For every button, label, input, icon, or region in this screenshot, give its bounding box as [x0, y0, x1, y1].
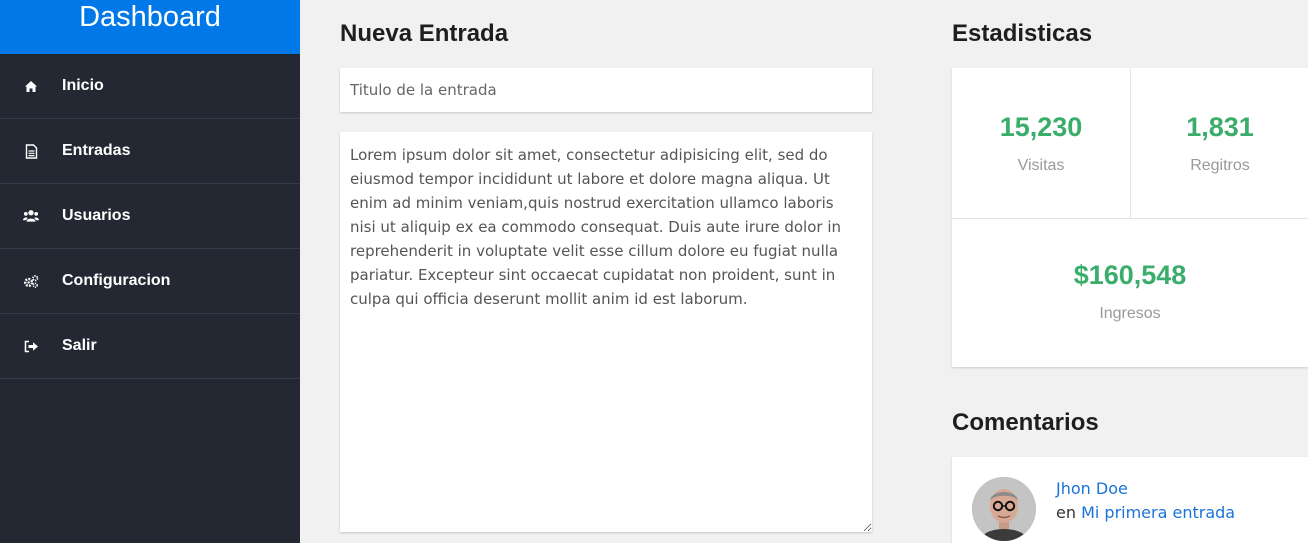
users-icon: [23, 208, 39, 224]
entry-body-textarea[interactable]: Lorem ipsum dolor sit amet, consectetur …: [340, 132, 872, 532]
sign-out-icon: [23, 338, 39, 354]
comment-author-link[interactable]: Jhon Doe: [1056, 479, 1128, 498]
comments-heading: Comentarios: [952, 409, 1099, 436]
new-entry-heading: Nueva Entrada: [340, 20, 509, 47]
sidebar-item-inicio[interactable]: Inicio: [0, 54, 300, 119]
stat-value: $160,548: [1073, 260, 1187, 290]
gears-icon: [23, 273, 39, 289]
stats-panel: 15,230 Visitas 1,831 Regitros $160,548 I…: [952, 68, 1308, 367]
document-icon: [23, 143, 39, 159]
stat-income: $160,548 Ingresos: [952, 260, 1308, 323]
brand-title: Dashboard: [0, 0, 300, 54]
home-icon: [23, 78, 39, 94]
sidebar-item-label: Configuracion: [62, 272, 171, 289]
stat-label: Ingresos: [1099, 305, 1161, 322]
sidebar-item-label: Usuarios: [62, 207, 131, 224]
stat-value: 1,831: [1186, 112, 1254, 142]
comment-meta: en Mi primera entrada: [1056, 503, 1235, 522]
sidebar-item-label: Inicio: [62, 77, 104, 94]
sidebar-item-label: Salir: [62, 337, 97, 354]
comment-post-link[interactable]: Mi primera entrada: [1081, 503, 1235, 522]
sidebar-item-label: Entradas: [62, 142, 131, 159]
sidebar: Dashboard Inicio Entradas Usuarios Confi…: [0, 0, 300, 543]
stats-divider: [952, 218, 1308, 219]
sidebar-item-entradas[interactable]: Entradas: [0, 119, 300, 184]
avatar: [972, 477, 1036, 541]
stat-label: Regitros: [1190, 157, 1250, 174]
stat-registers: 1,831 Regitros: [1131, 112, 1308, 175]
sidebar-item-configuracion[interactable]: Configuracion: [0, 249, 300, 314]
stat-value: 15,230: [999, 112, 1083, 142]
sidebar-item-usuarios[interactable]: Usuarios: [0, 184, 300, 249]
sidebar-item-salir[interactable]: Salir: [0, 314, 300, 379]
stat-label: Visitas: [1017, 157, 1065, 174]
entry-title-input[interactable]: [340, 68, 872, 112]
stat-visits: 15,230 Visitas: [952, 112, 1130, 175]
comment-card: Jhon Doe en Mi primera entrada: [952, 457, 1308, 543]
comment-prefix: en: [1056, 503, 1076, 522]
stats-heading: Estadisticas: [952, 20, 1093, 47]
